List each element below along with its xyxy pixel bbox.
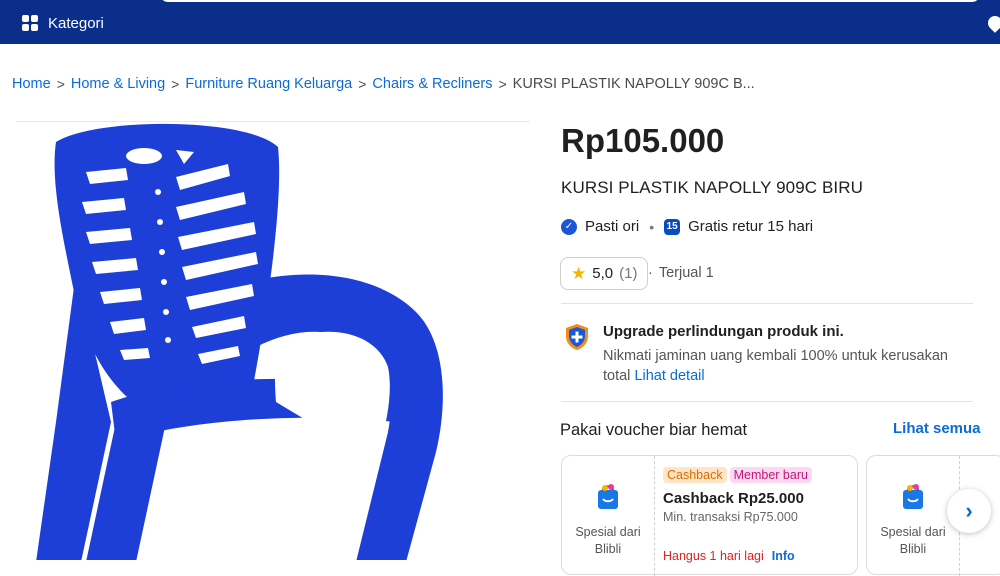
sold-count: · Terjual 1 <box>648 265 714 281</box>
lihat-semua-link[interactable]: Lihat semua <box>893 420 981 437</box>
protection-description: Nikmati jaminan uang kembali 100% untuk … <box>603 346 963 386</box>
grid-icon <box>22 15 38 31</box>
search-bar-edge[interactable] <box>160 0 980 2</box>
voucher-source-label: Spesial dari Blibli <box>880 525 946 556</box>
divider <box>561 401 973 402</box>
kategori-label: Kategori <box>48 14 104 32</box>
next-voucher-button[interactable]: › <box>947 489 991 533</box>
protection-title: Upgrade perlindungan produk ini. <box>603 323 844 340</box>
blibli-bag-icon <box>903 484 923 509</box>
separator-dot: • <box>649 218 655 235</box>
lihat-detail-link[interactable]: Lihat detail <box>634 368 704 384</box>
location-pin-icon[interactable] <box>985 13 1000 33</box>
divider <box>561 303 973 304</box>
voucher-details: Cashback Member baru Cashback Rp25.000 Mi… <box>663 466 815 524</box>
retur-icon: 15 <box>664 218 681 235</box>
top-navigation-bar: Kategori <box>0 0 1000 44</box>
breadcrumb-link-home-living[interactable]: Home & Living <box>71 76 165 92</box>
pasti-ori-icon: ✓ <box>561 218 577 235</box>
retur-label[interactable]: Gratis retur 15 hari <box>688 218 813 235</box>
breadcrumb-current: KURSI PLASTIK NAPOLLY 909C B... <box>512 76 755 92</box>
breadcrumb-link-furniture[interactable]: Furniture Ruang Keluarga <box>185 76 352 92</box>
product-title: KURSI PLASTIK NAPOLLY 909C BIRU <box>561 178 863 197</box>
voucher-expiry-text: Hangus 1 hari lagi <box>663 549 764 563</box>
blibli-bag-icon <box>598 484 618 509</box>
breadcrumb-link-home[interactable]: Home <box>12 76 51 92</box>
rating-badge[interactable]: ★ 5,0 (1) <box>560 257 649 290</box>
shield-plus-icon <box>566 324 588 350</box>
chevron-right-icon: > <box>498 76 507 92</box>
chevron-right-icon: › <box>965 498 973 523</box>
rating-count: (1) <box>619 265 638 282</box>
kategori-button[interactable]: Kategori <box>12 8 114 38</box>
rating-score: 5,0 <box>592 265 614 282</box>
pasti-ori-label[interactable]: Pasti ori <box>585 218 639 235</box>
voucher-source: Spesial dari Blibli <box>562 456 655 576</box>
voucher-card[interactable]: Spesial dari Blibli Cashback Member baru … <box>561 455 858 576</box>
voucher-source-label: Spesial dari Blibli <box>575 525 641 556</box>
separator-dot: · <box>648 265 653 281</box>
voucher-heading: Pakai voucher biar hemat <box>560 421 748 439</box>
voucher-expiry: Hangus 1 hari lagi Info <box>663 549 795 563</box>
chevron-right-icon: > <box>358 76 367 92</box>
product-image[interactable] <box>16 122 530 560</box>
member-baru-tag: Member baru <box>729 467 812 483</box>
voucher-source: Spesial dari Blibli <box>867 456 960 576</box>
product-price: Rp105.000 <box>561 122 725 159</box>
product-badges: ✓ Pasti ori • 15 Gratis retur 15 hari <box>561 218 813 235</box>
cashback-tag: Cashback <box>663 467 727 483</box>
chevron-right-icon: > <box>56 76 65 92</box>
sold-label: Terjual 1 <box>658 265 714 281</box>
chevron-right-icon: > <box>171 76 180 92</box>
blue-plastic-chair-image <box>36 123 443 560</box>
voucher-info-link[interactable]: Info <box>772 549 795 563</box>
voucher-min-transaction: Min. transaksi Rp75.000 <box>663 510 798 524</box>
breadcrumb: Home > Home & Living > Furniture Ruang K… <box>12 76 755 92</box>
star-icon: ★ <box>571 263 587 283</box>
breadcrumb-link-chairs[interactable]: Chairs & Recliners <box>372 76 492 92</box>
voucher-title: Cashback Rp25.000 <box>663 490 804 507</box>
